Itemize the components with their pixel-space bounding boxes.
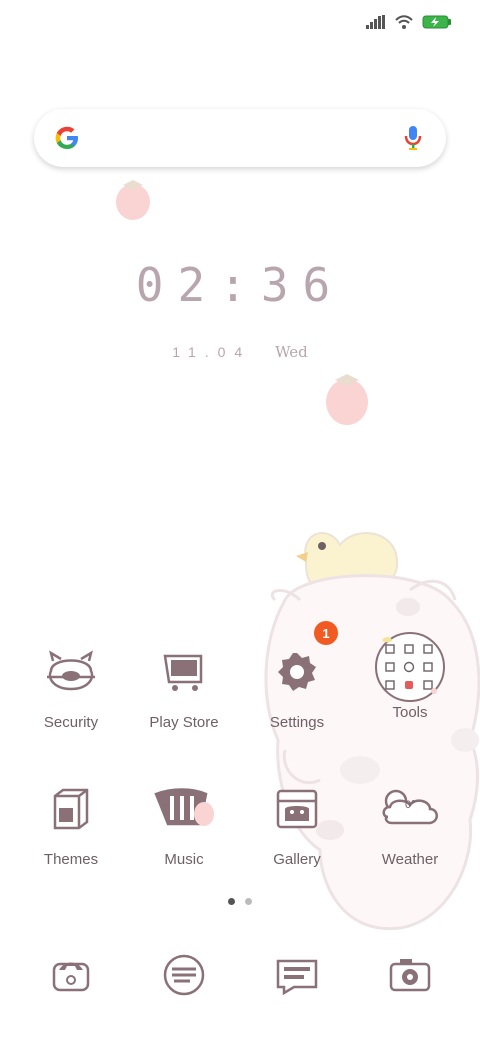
page-dot-active[interactable]	[228, 898, 235, 905]
phone-icon	[52, 962, 89, 992]
date-text: 11.04	[172, 344, 252, 360]
weekday-text: Wed	[275, 343, 308, 361]
app-label: Weather	[381, 851, 439, 868]
app-label: Tools	[392, 704, 428, 721]
microphone-icon[interactable]	[404, 125, 422, 151]
messages-icon	[163, 954, 204, 996]
page-dot[interactable]	[245, 898, 252, 905]
app-tools-folder[interactable]: Tools	[353, 632, 467, 740]
app-label: Music	[164, 851, 204, 868]
app-play-store[interactable]: Play Store	[127, 640, 241, 740]
app-settings[interactable]: Settings	[240, 640, 354, 740]
dock-messages[interactable]	[154, 950, 214, 1000]
google-logo-icon	[55, 126, 78, 149]
gallery-icon	[276, 789, 318, 829]
settings-icon	[278, 653, 316, 691]
app-label: Settings	[269, 714, 325, 731]
notification-badge: 1	[314, 621, 338, 645]
page-indicator	[0, 898, 480, 905]
app-label: Themes	[43, 851, 99, 868]
clock-date: 11.04 Wed	[0, 343, 480, 361]
themes-icon	[53, 788, 89, 830]
app-label: Gallery	[273, 851, 321, 868]
dock-phone[interactable]	[41, 950, 101, 1000]
camera-icon	[389, 959, 430, 992]
music-icon	[154, 788, 214, 826]
google-search-bar[interactable]	[34, 109, 446, 167]
app-themes[interactable]: Themes	[14, 777, 128, 877]
app-label: Security	[43, 714, 99, 731]
signal-icon	[366, 15, 385, 29]
tools-folder-icon	[375, 632, 445, 702]
play-store-icon	[163, 654, 203, 691]
app-security[interactable]: Security	[14, 640, 128, 740]
strawberry-icon	[116, 180, 150, 220]
dock-camera[interactable]	[380, 950, 440, 1000]
app-weather[interactable]: 0° Weather	[353, 777, 467, 877]
security-icon	[47, 650, 95, 691]
app-label: Play Store	[149, 714, 219, 731]
clock-time[interactable]: 02:36	[0, 258, 480, 312]
weather-temp: 0°	[405, 799, 416, 811]
battery-charging-icon	[422, 15, 451, 29]
wifi-icon	[395, 15, 413, 29]
dock	[14, 950, 466, 1000]
dock-browser[interactable]	[267, 950, 327, 1000]
app-gallery[interactable]: Gallery	[240, 777, 354, 877]
browser-icon	[276, 959, 317, 995]
status-bar	[366, 12, 452, 32]
strawberry-icon	[326, 374, 368, 425]
app-music[interactable]: Music	[127, 777, 241, 877]
